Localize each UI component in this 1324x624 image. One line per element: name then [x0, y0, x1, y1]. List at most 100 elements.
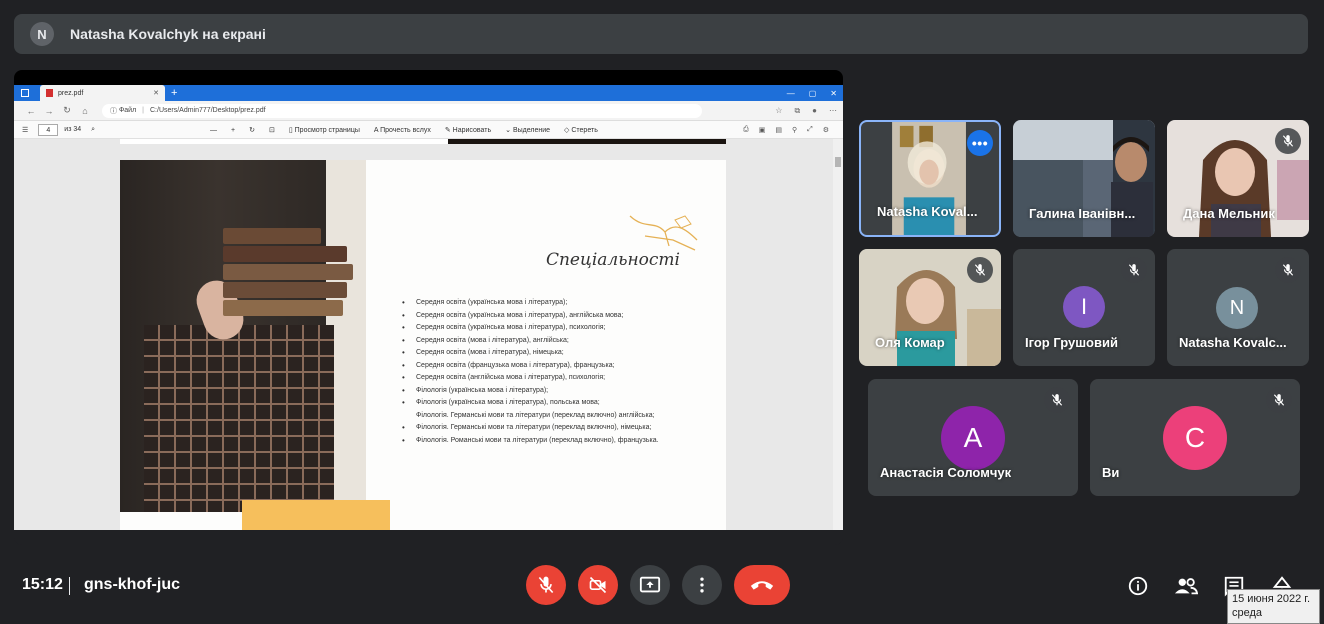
tooltip-date: 15 июня 2022 г. [1232, 593, 1311, 605]
muted-icon [1275, 257, 1301, 283]
participant-name: Дана Мельник [1183, 206, 1275, 221]
leave-call-button[interactable] [734, 565, 790, 605]
page-view-button[interactable]: ▯ Просмотр страницы [289, 126, 360, 134]
more-options-icon[interactable]: ••• [967, 130, 993, 156]
specialty-item: Середня освіта (мова і література), німе… [402, 347, 722, 360]
browser-tab[interactable]: prez.pdf ✕ [40, 85, 165, 101]
previous-page-edge [120, 139, 726, 144]
participant-name: Ви [1102, 465, 1120, 480]
muted-icon [1044, 387, 1070, 413]
screen-top-edge [14, 70, 843, 85]
contents-icon[interactable]: ☰ [22, 126, 28, 134]
read-aloud-button[interactable]: A Прочесть вслух [374, 127, 431, 134]
presenter-avatar: N [30, 22, 54, 46]
participant-tile[interactable]: Дана Мельник [1167, 120, 1309, 237]
erase-button[interactable]: ◇ Стереть [564, 126, 598, 134]
present-screen-icon [639, 576, 661, 593]
highlight-label: Выделение [512, 127, 551, 134]
people-button[interactable] [1174, 574, 1198, 598]
specialty-item: Середня освіта (англійська мова і літера… [402, 372, 722, 385]
minimize-icon[interactable]: — [787, 89, 795, 98]
profile-icon[interactable]: ● [812, 106, 817, 116]
present-screen-button[interactable] [630, 565, 670, 605]
address-row: ← → ↻ ⌂ ⓘ Файл | C:/Users/Admin777/Deskt… [14, 101, 843, 121]
meeting-time: 15:12 [22, 576, 63, 593]
read-aloud-label: Прочесть вслух [380, 126, 431, 134]
fullscreen-icon[interactable]: ⤢ [807, 126, 813, 134]
zoom-in-icon[interactable]: + [231, 127, 235, 134]
participant-name: Оля Комар [875, 335, 945, 350]
print-icon[interactable]: ⎙ [743, 126, 749, 134]
maximize-icon[interactable]: ▢ [809, 89, 817, 98]
participant-avatar: N [1216, 287, 1258, 329]
participant-tile[interactable]: Галина Іванівн... [1013, 120, 1155, 237]
photo-book [223, 300, 343, 316]
page-view-label: Просмотр страницы [294, 127, 360, 134]
photo-book [223, 282, 347, 298]
specialties-list: Середня освіта (українська мова і літера… [402, 297, 722, 447]
refresh-icon[interactable]: ↻ [58, 105, 76, 116]
address-separator: | [142, 107, 144, 114]
mic-off-icon [538, 576, 554, 594]
specialty-item: Філологія (українська мова і література)… [402, 397, 722, 410]
participant-tile[interactable]: І Ігор Грушовий [1013, 249, 1155, 366]
presenter-banner: N Natasha Kovalchyk на екрані [14, 14, 1308, 54]
tab-actions-icon[interactable] [21, 89, 29, 97]
participant-name: Анастасія Соломчук [880, 465, 1012, 480]
pdf-settings-icon[interactable]: ⚙ [823, 126, 829, 134]
settings-more-icon[interactable]: ⋯ [829, 106, 837, 116]
pdf-scrollbar[interactable] [833, 139, 843, 530]
forward-icon[interactable]: → [40, 106, 58, 116]
specialty-item: Філологія (українська мова і література)… [402, 385, 722, 398]
home-icon[interactable]: ⌂ [76, 106, 94, 116]
erase-label: Стереть [571, 127, 598, 134]
bottom-divider [69, 577, 70, 595]
hang-up-icon [750, 581, 774, 590]
page-number-input[interactable]: 4 [38, 123, 59, 136]
muted-icon [1266, 387, 1292, 413]
highlight-button[interactable]: ⌄ Выделение [505, 126, 550, 134]
participant-avatar: A [941, 406, 1005, 470]
zoom-out-icon[interactable]: — [210, 127, 217, 134]
meeting-info-button[interactable] [1126, 574, 1150, 598]
specialty-item: Філологія. Германські мови та літератури… [402, 422, 722, 435]
scrollbar-thumb[interactable] [835, 157, 841, 167]
muted-icon [967, 257, 993, 283]
collections-icon[interactable]: ⧉ [794, 106, 800, 116]
close-window-icon[interactable]: ✕ [830, 89, 837, 98]
pdf-viewer[interactable]: Спеціальності Середня освіта (українська… [14, 139, 843, 530]
rotate-icon[interactable]: ↻ [249, 126, 255, 134]
address-bar[interactable]: ⓘ Файл | C:/Users/Admin777/Desktop/prez.… [102, 103, 702, 118]
new-tab-icon[interactable]: + [171, 87, 177, 99]
back-icon[interactable]: ← [22, 106, 40, 116]
fit-page-icon[interactable]: ⊡ [269, 126, 275, 134]
draw-button[interactable]: ✎ Нарисовать [445, 126, 491, 134]
save-as-icon[interactable]: ▤ [775, 126, 782, 134]
participant-name: Natasha Kovalc... [1179, 335, 1287, 350]
close-tab-icon[interactable]: ✕ [153, 89, 159, 97]
pdf-tools: — + ↻ ⊡ ▯ Просмотр страницы A Прочесть в… [210, 121, 598, 139]
pdf-toolbar: ☰ 4 из 34 ⌕ — + ↻ ⊡ ▯ Просмотр страницы … [14, 121, 843, 139]
tooltip-weekday: среда [1232, 607, 1263, 619]
browser-tab-title: prez.pdf [58, 89, 84, 97]
participant-tile[interactable]: N Natasha Kovalc... [1167, 249, 1309, 366]
participant-tile[interactable]: Оля Комар [859, 249, 1001, 366]
slide-photo [120, 160, 366, 512]
toggle-camera-button[interactable] [578, 565, 618, 605]
toggle-mic-button[interactable] [526, 565, 566, 605]
muted-icon [1275, 128, 1301, 154]
save-icon[interactable]: ▣ [759, 126, 766, 134]
people-icon [1174, 578, 1198, 595]
search-icon[interactable]: ⌕ [91, 126, 95, 134]
draw-label: Нарисовать [452, 127, 492, 134]
participant-tile[interactable]: ••• Natasha Koval... [859, 120, 1001, 237]
participant-avatar: І [1063, 286, 1105, 328]
pin-icon[interactable]: ⚲ [792, 126, 797, 134]
more-options-button[interactable] [682, 565, 722, 605]
participant-tile[interactable]: A Анастасія Соломчук [868, 379, 1078, 496]
pdf-file-icon [46, 89, 53, 97]
participant-tile[interactable]: C Ви [1090, 379, 1300, 496]
specialty-item: Середня освіта (мова і література), англ… [402, 335, 722, 348]
browser-window: prez.pdf ✕ + — ▢ ✕ ← → ↻ ⌂ ⓘ Файл | C:/U… [14, 85, 843, 530]
favorite-icon[interactable]: ☆ [775, 106, 782, 116]
